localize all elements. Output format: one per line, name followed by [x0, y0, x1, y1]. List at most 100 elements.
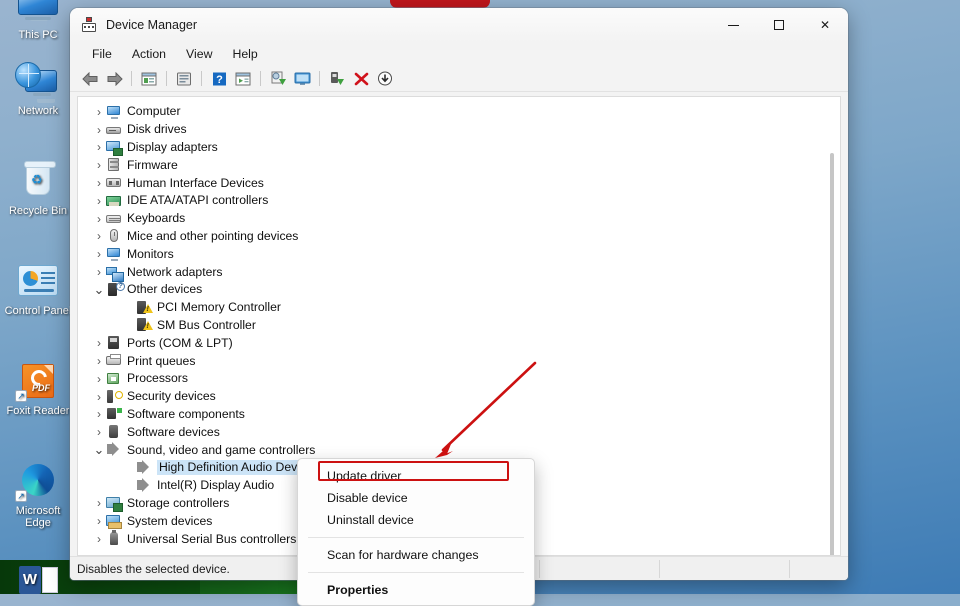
display-devices-icon[interactable] [291, 68, 313, 89]
enable-device-icon[interactable] [326, 68, 348, 89]
usb-controller-icon [106, 530, 122, 546]
chevron-right-icon[interactable]: › [92, 514, 106, 528]
chevron-down-icon[interactable]: ⌄ [92, 443, 106, 456]
recycle-bin-icon: ♻ [15, 161, 61, 202]
security-device-icon [106, 389, 123, 404]
toolbar-separator [201, 71, 202, 86]
chevron-right-icon[interactable]: › [92, 123, 106, 137]
desktop-icon-label: Foxit Reader [6, 405, 70, 417]
context-menu-item-disable-device[interactable]: Disable device [298, 487, 534, 509]
minimize-button[interactable] [710, 8, 756, 42]
tree-item[interactable]: › Firmware [78, 156, 840, 174]
chevron-right-icon[interactable]: › [92, 176, 106, 190]
tree-scrollbar[interactable] [825, 98, 839, 555]
chevron-right-icon[interactable]: › [92, 425, 106, 439]
tree-item-label: Ports (COM & LPT) [127, 335, 233, 350]
desktop-icon-this-pc[interactable]: This PC [2, 0, 74, 41]
warning-triangle-icon [143, 321, 153, 331]
printer-icon [106, 354, 122, 368]
tree-item[interactable]: PCI Memory Controller [78, 299, 840, 317]
maximize-button[interactable] [756, 8, 802, 42]
toolbar-separator [131, 71, 132, 86]
chevron-right-icon[interactable]: › [92, 336, 106, 350]
chevron-down-icon[interactable]: ⌄ [92, 283, 106, 296]
context-menu-item-update-driver[interactable]: Update driver [298, 465, 534, 487]
update-driver-download-icon[interactable] [374, 68, 396, 89]
tree-item-label: Keyboards [127, 211, 186, 226]
desktop-icon-microsoft-edge[interactable]: ↗ Microsoft Edge [2, 462, 74, 529]
tree-item[interactable]: SM Bus Controller [78, 317, 840, 335]
tree-item-label: Computer [127, 104, 181, 119]
uninstall-device-icon[interactable] [350, 68, 372, 89]
desktop-icon-label: Recycle Bin [8, 205, 68, 217]
mouse-icon [106, 229, 122, 243]
tree-item[interactable]: › Mice and other pointing devices [78, 228, 840, 246]
desktop-icon-foxit-reader[interactable]: PDF ↗ Foxit Reader [2, 362, 74, 417]
tree-item[interactable]: › Keyboards [78, 210, 840, 228]
window-controls: ✕ [710, 8, 848, 42]
desktop-icon-control-panel[interactable]: Control Panel [2, 262, 74, 317]
help-icon[interactable]: ? [208, 68, 230, 89]
tree-item-label: Security devices [127, 389, 216, 404]
context-menu[interactable]: Update driver Disable device Uninstall dev… [297, 458, 535, 606]
system-device-icon [106, 514, 122, 530]
chevron-right-icon[interactable]: › [92, 354, 106, 368]
tree-item[interactable]: › Human Interface Devices [78, 174, 840, 192]
menu-file[interactable]: File [82, 45, 122, 63]
chevron-right-icon[interactable]: › [92, 212, 106, 226]
chevron-right-icon[interactable]: › [92, 407, 106, 421]
tree-item[interactable]: › Software components [78, 406, 840, 424]
context-menu-item-properties[interactable]: Properties [298, 579, 534, 601]
tree-item[interactable]: › IDE ATA/ATAPI controllers [78, 192, 840, 210]
properties-icon[interactable] [138, 68, 160, 89]
toolbar-separator [319, 71, 320, 86]
tree-item[interactable]: › Monitors [78, 245, 840, 263]
chevron-right-icon[interactable]: › [92, 194, 106, 208]
firmware-icon [106, 158, 122, 172]
scan-for-hardware-changes-icon[interactable] [267, 68, 289, 89]
tree-item[interactable]: › Software devices [78, 423, 840, 441]
chevron-right-icon[interactable]: › [92, 496, 106, 510]
tree-item[interactable]: ⌄ Sound, video and game controllers [78, 441, 840, 459]
edge-browser-icon: ↗ [15, 462, 61, 502]
tree-item[interactable]: › Network adapters [78, 263, 840, 283]
toolbar-separator [166, 71, 167, 86]
tree-item[interactable]: › Display adapters [78, 139, 840, 157]
tree-scrollbar-thumb[interactable] [830, 153, 834, 555]
chevron-right-icon[interactable]: › [92, 105, 106, 119]
chevron-right-icon[interactable]: › [92, 532, 106, 546]
context-menu-item-scan-for-hardware-changes[interactable]: Scan for hardware changes [298, 544, 534, 566]
update-driver-software-icon[interactable] [173, 68, 195, 89]
disk-drive-icon [106, 123, 122, 137]
chevron-right-icon[interactable]: › [92, 140, 106, 154]
chevron-right-icon[interactable]: › [92, 158, 106, 172]
forward-icon[interactable] [103, 68, 125, 89]
chevron-right-icon[interactable]: › [92, 265, 106, 279]
tree-item[interactable]: › Processors [78, 370, 840, 388]
back-icon[interactable] [79, 68, 101, 89]
properties-window-icon[interactable] [232, 68, 254, 89]
computer-icon [15, 0, 61, 26]
desktop-icon-network[interactable]: Network [2, 62, 74, 117]
device-manager-icon [81, 17, 97, 33]
chevron-right-icon[interactable]: › [92, 372, 106, 386]
tree-item[interactable]: › Ports (COM & LPT) [78, 334, 840, 352]
unknown-device-warning-icon [136, 318, 153, 332]
chevron-right-icon[interactable]: › [92, 390, 106, 404]
tree-item[interactable]: › Security devices [78, 388, 840, 406]
tree-item[interactable]: › Computer [78, 103, 840, 121]
chevron-right-icon[interactable]: › [92, 229, 106, 243]
menu-action[interactable]: Action [122, 45, 176, 63]
tree-item[interactable]: › Disk drives [78, 121, 840, 139]
tree-item-label: Print queues [127, 353, 196, 368]
desktop-icon-word[interactable]: W [2, 562, 74, 605]
desktop-icon-recycle-bin[interactable]: ♻ Recycle Bin [2, 161, 74, 217]
menu-help[interactable]: Help [222, 45, 267, 63]
chevron-right-icon[interactable]: › [92, 247, 106, 261]
menu-view[interactable]: View [176, 45, 222, 63]
close-button[interactable]: ✕ [802, 8, 848, 42]
context-menu-item-uninstall-device[interactable]: Uninstall device [298, 509, 534, 531]
tree-item[interactable]: › Print queues [78, 352, 840, 370]
tree-item[interactable]: ⌄? Other devices [78, 281, 840, 299]
context-menu-item-label: Properties [327, 583, 389, 597]
